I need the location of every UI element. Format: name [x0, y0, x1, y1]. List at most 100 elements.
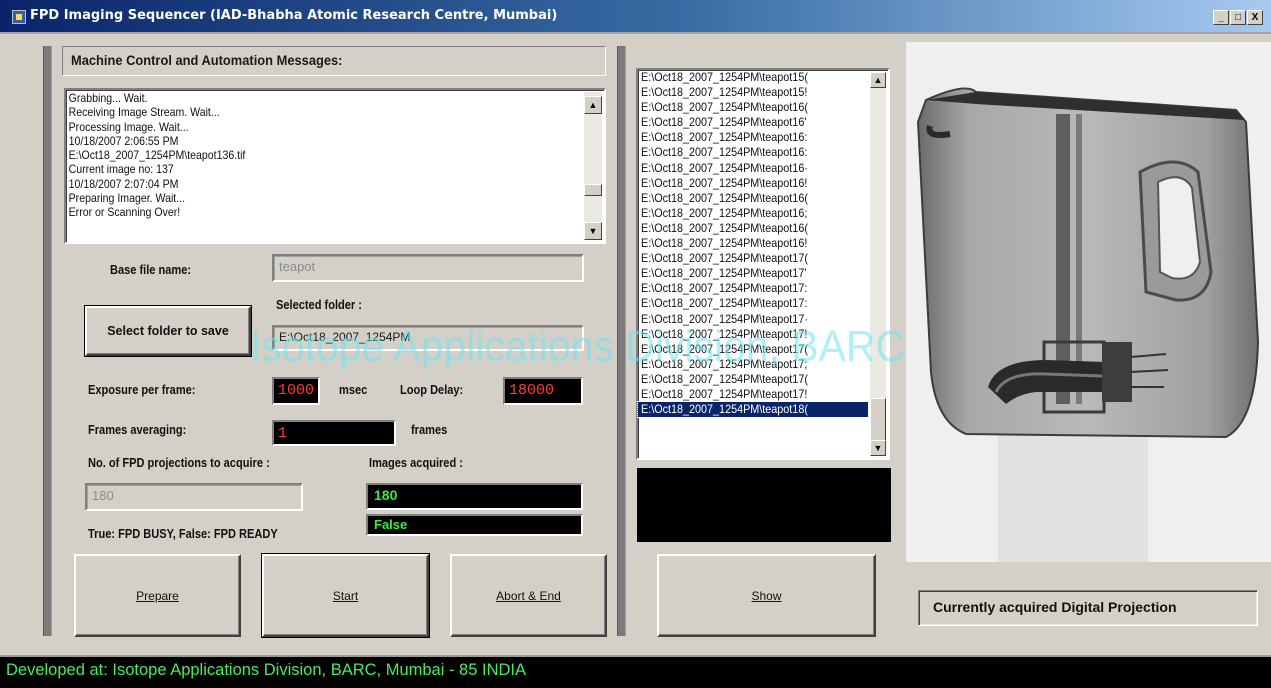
message-line: Processing Image. Wait... [68, 119, 189, 134]
xray-teapot-image [906, 42, 1271, 562]
file-list-item[interactable]: E:\Oct18_2007_1254PM\teapot16· [638, 161, 868, 176]
title-bar: FPD Imaging Sequencer (IAD-Bhabha Atomic… [0, 0, 1271, 34]
show-button-label: Show [751, 588, 782, 603]
file-list-item[interactable]: E:\Oct18_2007_1254PM\teapot17! [638, 327, 868, 342]
file-list-item[interactable]: E:\Oct18_2007_1254PM\teapot17; [638, 357, 868, 372]
file-list-item-label: E:\Oct18_2007_1254PM\teapot16( [641, 220, 808, 235]
file-list-item-label: E:\Oct18_2007_1254PM\teapot18( [641, 402, 808, 417]
base-file-input[interactable]: teapot [272, 254, 584, 282]
minimize-button[interactable]: _ [1213, 10, 1229, 25]
status-bar-text: Developed at: Isotope Applications Divis… [6, 661, 526, 679]
scroll-up-icon[interactable]: ▲ [870, 72, 886, 88]
file-list-item[interactable]: E:\Oct18_2007_1254PM\teapot16( [638, 221, 868, 236]
projection-image [906, 42, 1271, 562]
file-list-item[interactable]: E:\Oct18_2007_1254PM\teapot15! [638, 85, 868, 100]
file-list-item[interactable]: E:\Oct18_2007_1254PM\teapot17! [638, 387, 868, 402]
app-icon [12, 10, 26, 24]
file-list-scrollbar[interactable]: ▲ ▼ [870, 72, 886, 456]
fpd-status-display: False [366, 514, 583, 536]
abort-button-label: Abort & End [496, 588, 561, 603]
selected-folder-field: E:\Oct18_2007_1254PM [272, 325, 584, 351]
messages-header-box: Machine Control and Automation Messages: [62, 46, 606, 76]
file-list-item-label: E:\Oct18_2007_1254PM\teapot17! [641, 386, 808, 401]
fpd-status-label: True: FPD BUSY, False: FPD READY [88, 526, 278, 541]
prepare-button[interactable]: Prepare [74, 554, 241, 637]
prepare-button-label: Prepare [136, 588, 179, 603]
file-list-item[interactable]: E:\Oct18_2007_1254PM\teapot17' [638, 266, 868, 281]
file-list-item-label: E:\Oct18_2007_1254PM\teapot16! [641, 175, 808, 190]
projection-caption: Currently acquired Digital Projection [918, 590, 1258, 626]
projections-label: No. of FPD projections to acquire : [88, 455, 270, 470]
exposure-unit: msec [339, 382, 368, 397]
file-list-item-label: E:\Oct18_2007_1254PM\teapot15! [641, 85, 808, 100]
selected-folder-label: Selected folder : [276, 297, 362, 312]
file-list-item[interactable]: E:\Oct18_2007_1254PM\teapot17· [638, 312, 868, 327]
window-title: FPD Imaging Sequencer (IAD-Bhabha Atomic… [30, 8, 558, 23]
messages-scrollbar[interactable]: ▲ ▼ [584, 92, 602, 240]
file-list-item-label: E:\Oct18_2007_1254PM\teapot16! [641, 236, 808, 251]
abort-end-button[interactable]: Abort & End [450, 554, 607, 637]
file-list-item-label: E:\Oct18_2007_1254PM\teapot16: [641, 145, 808, 160]
file-list-item[interactable]: E:\Oct18_2007_1254PM\teapot16! [638, 176, 868, 191]
file-list-item[interactable]: E:\Oct18_2007_1254PM\teapot15( [638, 70, 868, 85]
select-folder-button[interactable]: Select folder to save [84, 305, 252, 357]
file-list-item-label: E:\Oct18_2007_1254PM\teapot17( [641, 251, 808, 266]
file-list-item-label: E:\Oct18_2007_1254PM\teapot17' [641, 266, 807, 281]
images-acquired-label: Images acquired : [369, 455, 463, 470]
file-list-item[interactable]: E:\Oct18_2007_1254PM\teapot17: [638, 281, 868, 296]
loop-delay-input[interactable]: 18000 [503, 377, 583, 405]
exposure-label: Exposure per frame: [88, 382, 196, 397]
file-list-item[interactable]: E:\Oct18_2007_1254PM\teapot16' [638, 115, 868, 130]
file-list-item[interactable]: E:\Oct18_2007_1254PM\teapot16: [638, 145, 868, 160]
file-list-item-label: E:\Oct18_2007_1254PM\teapot15( [641, 70, 808, 84]
file-list-item[interactable]: E:\Oct18_2007_1254PM\teapot17( [638, 342, 868, 357]
file-list[interactable]: E:\Oct18_2007_1254PM\teapot15(E:\Oct18_2… [636, 68, 890, 460]
middle-separator [617, 46, 626, 636]
scroll-down-icon[interactable]: ▼ [584, 222, 602, 240]
file-list-item[interactable]: E:\Oct18_2007_1254PM\teapot17( [638, 251, 868, 266]
close-button[interactable]: X [1247, 10, 1263, 25]
message-line: Current image no: 137 [68, 162, 174, 177]
file-list-item-label: E:\Oct18_2007_1254PM\teapot17( [641, 341, 808, 356]
maximize-button[interactable]: □ [1230, 10, 1246, 25]
status-bar: Developed at: Isotope Applications Divis… [0, 655, 1271, 688]
exposure-input[interactable]: 1000 [272, 377, 320, 405]
preview-box [637, 468, 891, 542]
show-button[interactable]: Show [657, 554, 876, 637]
file-list-item[interactable]: E:\Oct18_2007_1254PM\teapot18( [637, 401, 869, 419]
scroll-thumb[interactable] [870, 398, 886, 442]
file-list-item[interactable]: E:\Oct18_2007_1254PM\teapot16! [638, 236, 868, 251]
file-list-item-label: E:\Oct18_2007_1254PM\teapot16( [641, 190, 808, 205]
messages-list[interactable]: Grabbing... Wait. Receiving Image Stream… [64, 88, 606, 244]
file-list-item-label: E:\Oct18_2007_1254PM\teapot17; [641, 356, 808, 371]
file-list-item-label: E:\Oct18_2007_1254PM\teapot16; [641, 205, 808, 220]
file-list-items: E:\Oct18_2007_1254PM\teapot15(E:\Oct18_2… [637, 70, 888, 419]
file-list-item[interactable]: E:\Oct18_2007_1254PM\teapot17: [638, 296, 868, 311]
start-button[interactable]: Start [261, 553, 430, 638]
file-list-item-label: E:\Oct18_2007_1254PM\teapot16' [641, 115, 807, 130]
frames-unit: frames [411, 422, 448, 437]
message-line: Receiving Image Stream. Wait... [68, 105, 220, 120]
start-button-label: Start [332, 588, 359, 603]
file-list-item[interactable]: E:\Oct18_2007_1254PM\teapot16: [638, 130, 868, 145]
scroll-down-icon[interactable]: ▼ [870, 440, 886, 456]
file-list-item-label: E:\Oct18_2007_1254PM\teapot16: [641, 130, 808, 145]
file-list-item[interactable]: E:\Oct18_2007_1254PM\teapot16; [638, 206, 868, 221]
message-line: Error or Scanning Over! [68, 205, 181, 220]
file-list-item[interactable]: E:\Oct18_2007_1254PM\teapot16( [638, 100, 868, 115]
images-acquired-display: 180 [366, 483, 583, 510]
file-list-item[interactable]: E:\Oct18_2007_1254PM\teapot17( [638, 372, 868, 387]
frames-averaging-input[interactable]: 1 [272, 420, 396, 446]
file-list-item-label: E:\Oct18_2007_1254PM\teapot16( [641, 100, 808, 115]
projections-input[interactable]: 180 [85, 483, 303, 511]
file-list-item-label: E:\Oct18_2007_1254PM\teapot16· [641, 160, 808, 175]
loop-delay-label: Loop Delay: [400, 382, 464, 397]
message-line: E:\Oct18_2007_1254PM\teapot136.tif [68, 148, 246, 163]
message-line: 10/18/2007 2:07:04 PM [68, 176, 179, 191]
message-line: Grabbing... Wait. [68, 91, 148, 105]
scroll-up-icon[interactable]: ▲ [584, 96, 602, 114]
messages-header: Machine Control and Automation Messages: [71, 52, 343, 68]
message-line: Preparing Imager. Wait... [68, 191, 186, 206]
file-list-item[interactable]: E:\Oct18_2007_1254PM\teapot16( [638, 191, 868, 206]
scroll-thumb[interactable] [584, 184, 602, 196]
